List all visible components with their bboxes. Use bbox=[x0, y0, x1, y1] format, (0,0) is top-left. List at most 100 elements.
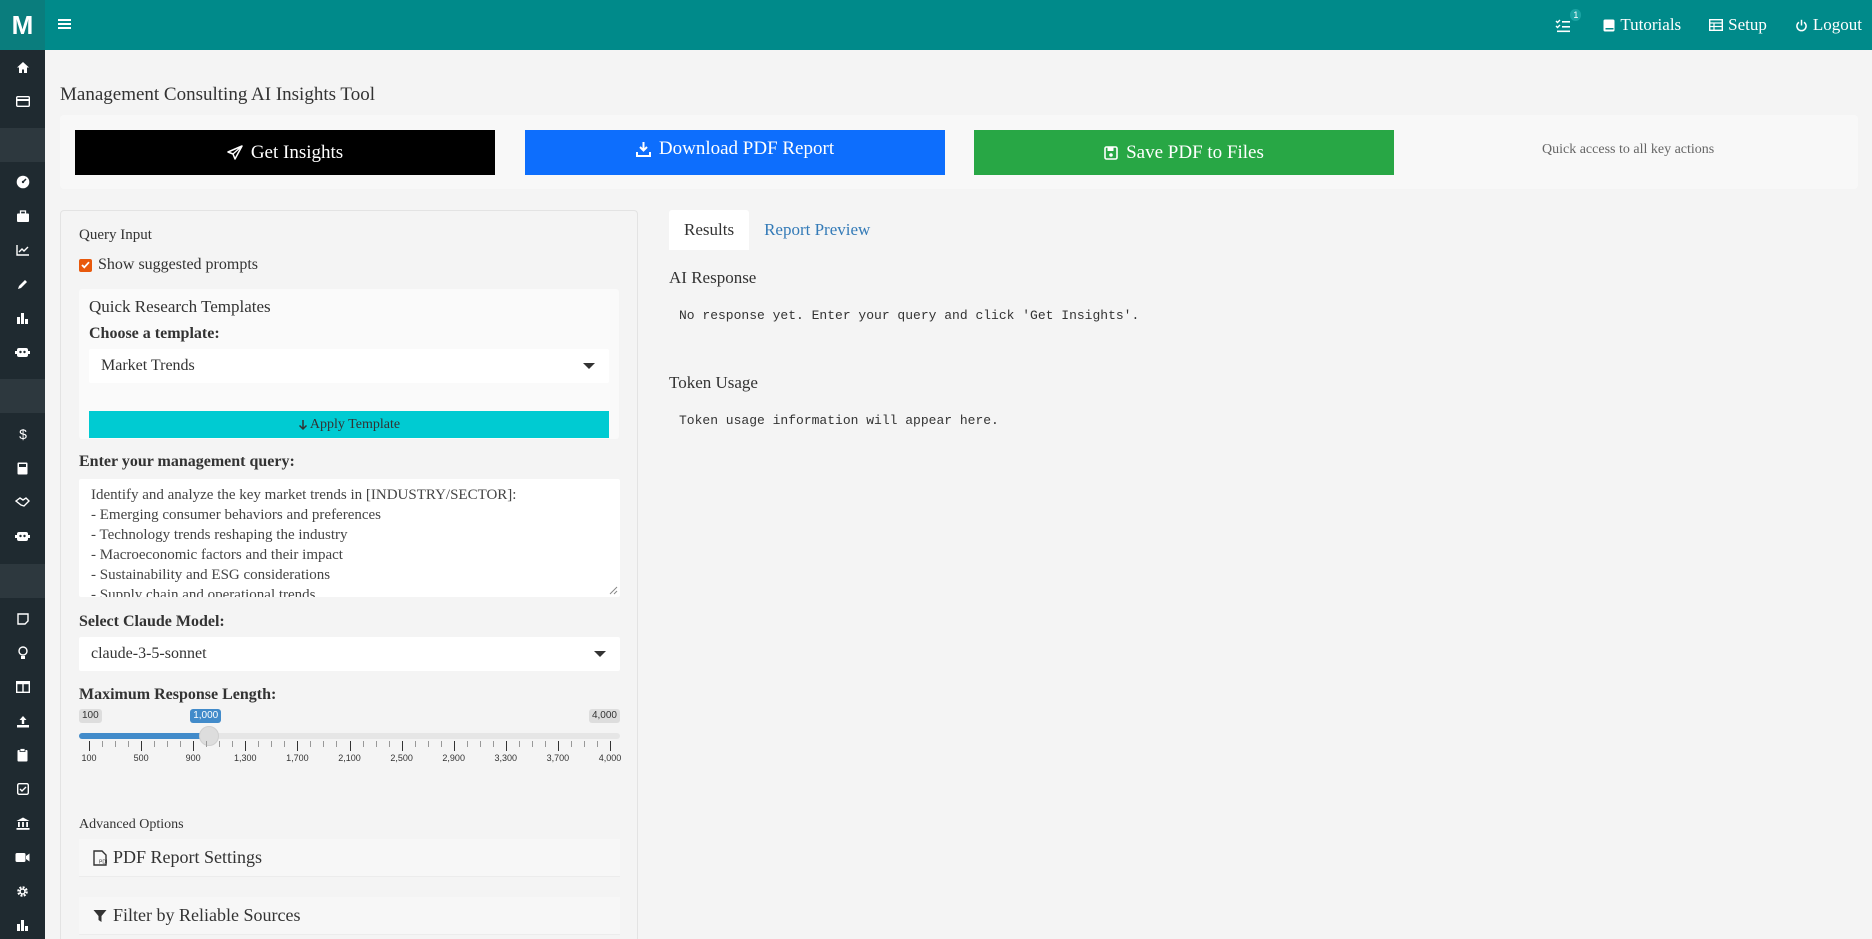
slider-tick-label: 500 bbox=[133, 753, 149, 763]
slider-minor-tick bbox=[427, 741, 429, 747]
sidebar-robot-icon[interactable] bbox=[0, 335, 45, 369]
app-logo[interactable]: M bbox=[0, 0, 45, 50]
get-insights-button[interactable]: Get Insights bbox=[75, 130, 495, 175]
slider-tick bbox=[141, 741, 143, 751]
token-usage-heading: Token Usage bbox=[669, 373, 758, 392]
slider-tick-label: 900 bbox=[185, 753, 201, 763]
svg-text:$: $ bbox=[19, 427, 27, 441]
sidebar-divider bbox=[0, 564, 45, 598]
sidebar-chart-icon[interactable] bbox=[0, 908, 45, 939]
pdf-settings-label: PDF Report Settings bbox=[113, 847, 263, 867]
results-tabs: Results Report Preview bbox=[669, 210, 885, 250]
tutorials-label: Tutorials bbox=[1620, 15, 1682, 34]
svg-text:PDF: PDF bbox=[99, 859, 107, 865]
setup-link[interactable]: Setup bbox=[1709, 15, 1767, 35]
floppy-disk-icon bbox=[1104, 145, 1118, 160]
resize-handle-icon[interactable] bbox=[609, 586, 618, 595]
tab-results[interactable]: Results bbox=[669, 210, 750, 250]
filter-icon bbox=[93, 909, 107, 922]
tasks-badge: 1 bbox=[1570, 9, 1582, 21]
sidebar-handshake-icon[interactable] bbox=[0, 485, 45, 519]
sidebar-sticky-note-icon[interactable] bbox=[0, 602, 45, 636]
sidebar-briefcase-icon[interactable] bbox=[0, 199, 45, 233]
templates-title: Quick Research Templates bbox=[89, 297, 271, 316]
slider-minor-tick bbox=[362, 741, 364, 747]
sidebar-clipboard-icon[interactable] bbox=[0, 738, 45, 772]
slider-minor-tick bbox=[128, 741, 130, 747]
slider-minor-tick bbox=[518, 741, 520, 747]
arrow-down-icon bbox=[298, 419, 307, 430]
slider-tick-label: 3,700 bbox=[546, 753, 570, 763]
slider-tick-label: 1,300 bbox=[234, 753, 257, 763]
pdf-report-settings-toggle[interactable]: PDF PDF Report Settings bbox=[79, 839, 620, 877]
advanced-options-title: Advanced Options bbox=[79, 817, 184, 832]
sidebar-lightbulb-icon[interactable] bbox=[0, 636, 45, 670]
slider-minor-tick bbox=[206, 741, 208, 747]
sidebar-home-icon[interactable] bbox=[0, 50, 45, 84]
slider-minor-tick bbox=[570, 741, 572, 747]
quick-access-note: Quick access to all key actions bbox=[1542, 142, 1715, 157]
sidebar-calculator-icon[interactable] bbox=[0, 451, 45, 485]
get-insights-label: Get Insights bbox=[250, 141, 344, 163]
sidebar-video-icon[interactable] bbox=[0, 840, 45, 874]
query-line: - Sustainability and ESG considerations bbox=[91, 567, 331, 583]
slider-ticks: 100 500 900 1,300 1,700 2,100 2,500 2,900 3,300 3… bbox=[79, 739, 622, 767]
logout-label: Logout bbox=[1812, 15, 1862, 34]
save-pdf-button[interactable]: Save PDF to Files bbox=[974, 130, 1394, 175]
tasks-button[interactable]: 1 bbox=[1555, 9, 1582, 35]
sidebar-checkbox-icon[interactable] bbox=[0, 772, 45, 806]
slider-tick bbox=[89, 741, 90, 751]
tutorials-link[interactable]: Tutorials bbox=[1603, 15, 1681, 35]
slider-tick bbox=[349, 741, 351, 751]
apply-template-button[interactable]: Apply Template bbox=[89, 411, 609, 438]
apply-template-label: Apply Template bbox=[309, 416, 401, 432]
tab-report-preview[interactable]: Report Preview bbox=[749, 210, 885, 250]
sidebar-bar-chart-icon[interactable] bbox=[0, 301, 45, 335]
slider-min-label: 100 bbox=[79, 709, 102, 723]
slider-minor-tick bbox=[375, 741, 377, 747]
model-select[interactable]: claude-3-5-sonnet bbox=[79, 637, 620, 671]
slider-tick bbox=[297, 741, 299, 751]
download-pdf-button[interactable]: Download PDF Report bbox=[525, 130, 945, 175]
sidebar-pencil-icon[interactable] bbox=[0, 267, 45, 301]
sidebar-robot-icon[interactable] bbox=[0, 519, 45, 553]
sidebar-line-chart-icon[interactable] bbox=[0, 233, 45, 267]
slider-max-label: 4,000 bbox=[588, 709, 620, 723]
template-select[interactable]: Market Trends bbox=[89, 349, 609, 383]
logout-link[interactable]: Logout bbox=[1795, 15, 1862, 35]
slider-minor-tick bbox=[258, 741, 260, 747]
slider-minor-tick bbox=[115, 741, 117, 747]
slider-tick-label: 2,100 bbox=[338, 753, 361, 763]
sidebar-credit-card-icon[interactable] bbox=[0, 84, 45, 118]
ai-response-output: No response yet. Enter your query and cl… bbox=[679, 308, 1140, 323]
filter-sources-label: Filter by Reliable Sources bbox=[113, 905, 301, 925]
download-pdf-label: Download PDF Report bbox=[658, 138, 835, 159]
chevron-down-icon bbox=[583, 363, 595, 369]
sidebar-columns-icon[interactable] bbox=[0, 670, 45, 704]
slider-minor-tick bbox=[167, 741, 169, 747]
icon-sidebar: $ bbox=[0, 50, 45, 939]
sidebar-dashboard-icon[interactable] bbox=[0, 165, 45, 199]
slider-tick-label: 4,000 bbox=[598, 753, 622, 763]
slider-minor-tick bbox=[154, 741, 156, 747]
length-label: Maximum Response Length: bbox=[79, 686, 277, 703]
slider-minor-tick bbox=[336, 741, 338, 747]
slider-minor-tick bbox=[388, 741, 390, 747]
slider-tick-label: 2,500 bbox=[390, 753, 413, 763]
response-length-slider[interactable]: 100 4,000 1,000 100 500 900 1,300 1,700 2,100… bbox=[79, 709, 622, 769]
query-textarea[interactable]: Identify and analyze the key market tren… bbox=[79, 479, 620, 597]
show-prompts-checkbox-row[interactable]: Show suggested prompts bbox=[79, 256, 258, 274]
sidebar-bank-icon[interactable] bbox=[0, 806, 45, 840]
slider-tick-label: 100 bbox=[81, 753, 97, 763]
sidebar-upload-icon[interactable] bbox=[0, 704, 45, 738]
hamburger-menu-icon[interactable] bbox=[58, 17, 76, 33]
sidebar-dollar-icon[interactable]: $ bbox=[0, 417, 45, 451]
paper-plane-icon bbox=[227, 144, 243, 160]
slider-minor-tick bbox=[310, 741, 312, 747]
slider-tick-label: 2,900 bbox=[442, 753, 465, 763]
slider-minor-tick bbox=[323, 741, 325, 747]
sidebar-gear-icon[interactable] bbox=[0, 874, 45, 908]
slider-minor-tick bbox=[466, 741, 468, 747]
show-prompts-checkbox[interactable] bbox=[79, 258, 92, 272]
filter-sources-toggle[interactable]: Filter by Reliable Sources bbox=[79, 897, 620, 935]
